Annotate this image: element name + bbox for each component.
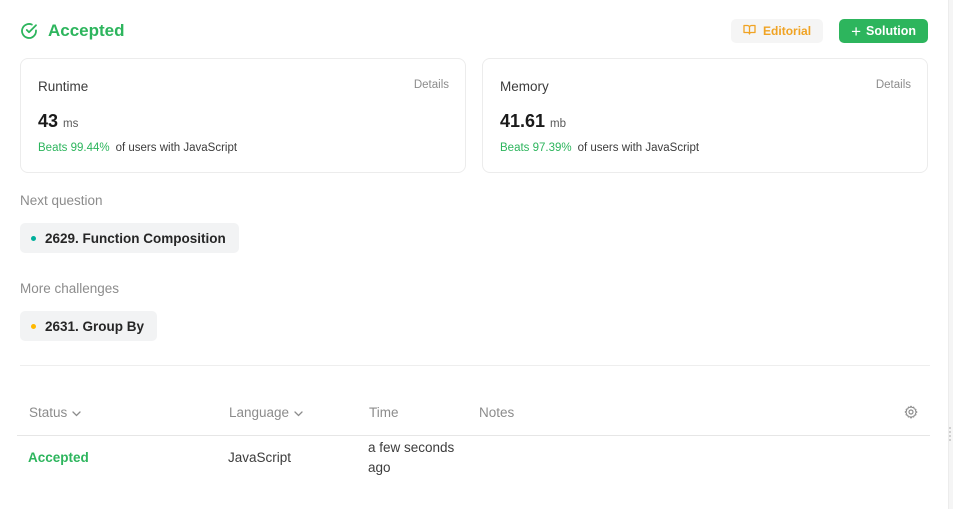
memory-beats: Beats 97.39% of users with JavaScript [500, 142, 699, 154]
time-column-header: Time [369, 405, 399, 420]
book-icon [743, 24, 756, 38]
status-column-header[interactable]: Status [29, 405, 81, 420]
difficulty-dot [31, 323, 36, 329]
next-question-chip[interactable]: 2629. Function Composition [20, 223, 239, 253]
solution-label: Solution [866, 24, 916, 38]
chevron-down-icon [72, 405, 81, 420]
section-divider [20, 365, 930, 366]
runtime-number: 43 [38, 111, 59, 131]
runtime-details-link[interactable]: Details [414, 79, 449, 91]
chevron-down-icon [294, 405, 303, 420]
memory-value: 41.61 mb [500, 111, 566, 132]
memory-unit: mb [550, 118, 567, 130]
next-question-title: 2629. Function Composition [45, 230, 226, 246]
difficulty-dot [31, 235, 36, 241]
editorial-button[interactable]: Editorial [731, 19, 824, 43]
memory-details-link[interactable]: Details [876, 79, 911, 91]
runtime-beats-percent: Beats 99.44% [38, 142, 110, 154]
editorial-label: Editorial [763, 24, 812, 38]
runtime-title: Runtime [38, 79, 89, 94]
more-challenges-label: More challenges [20, 281, 120, 296]
notes-column-header: Notes [479, 405, 514, 420]
check-circle-icon [20, 22, 38, 40]
solution-button[interactable]: + Solution [839, 19, 928, 43]
status-header-label: Status [29, 405, 68, 420]
submissions-table-header: Status Language Time Notes [17, 398, 930, 428]
gear-icon[interactable] [904, 405, 918, 424]
more-challenges-chip[interactable]: 2631. Group By [20, 311, 158, 341]
memory-beats-percent: Beats 97.39% [500, 142, 572, 154]
memory-beats-text: of users with JavaScript [577, 142, 700, 154]
plus-icon: + [851, 21, 861, 41]
language-column-header[interactable]: Language [229, 405, 303, 420]
memory-card[interactable]: Memory Details 41.61 mb Beats 97.39% of … [482, 58, 928, 173]
runtime-beats: Beats 99.44% of users with JavaScript [38, 142, 237, 154]
accepted-status: Accepted [20, 21, 125, 41]
memory-number: 41.61 [500, 111, 546, 131]
notes-header-label: Notes [479, 405, 515, 420]
runtime-value: 43 ms [38, 111, 78, 132]
submission-status[interactable]: Accepted [28, 450, 89, 465]
accepted-status-label: Accepted [48, 21, 125, 40]
language-header-label: Language [229, 405, 290, 420]
runtime-beats-text: of users with JavaScript [115, 142, 238, 154]
submission-header: Accepted Editorial + Solution [20, 18, 928, 44]
drag-handle-icon[interactable] [949, 427, 952, 441]
next-question-label: Next question [20, 193, 103, 208]
more-challenges-title: 2631. Group By [45, 318, 145, 334]
runtime-card[interactable]: Runtime Details 43 ms Beats 99.44% of us… [20, 58, 466, 173]
time-header-label: Time [369, 405, 399, 420]
submission-time: a few seconds ago [368, 440, 455, 475]
memory-title: Memory [500, 79, 549, 94]
runtime-unit: ms [63, 118, 79, 130]
submission-language: JavaScript [228, 450, 292, 465]
table-row[interactable]: Accepted JavaScript a few seconds ago [17, 436, 930, 480]
